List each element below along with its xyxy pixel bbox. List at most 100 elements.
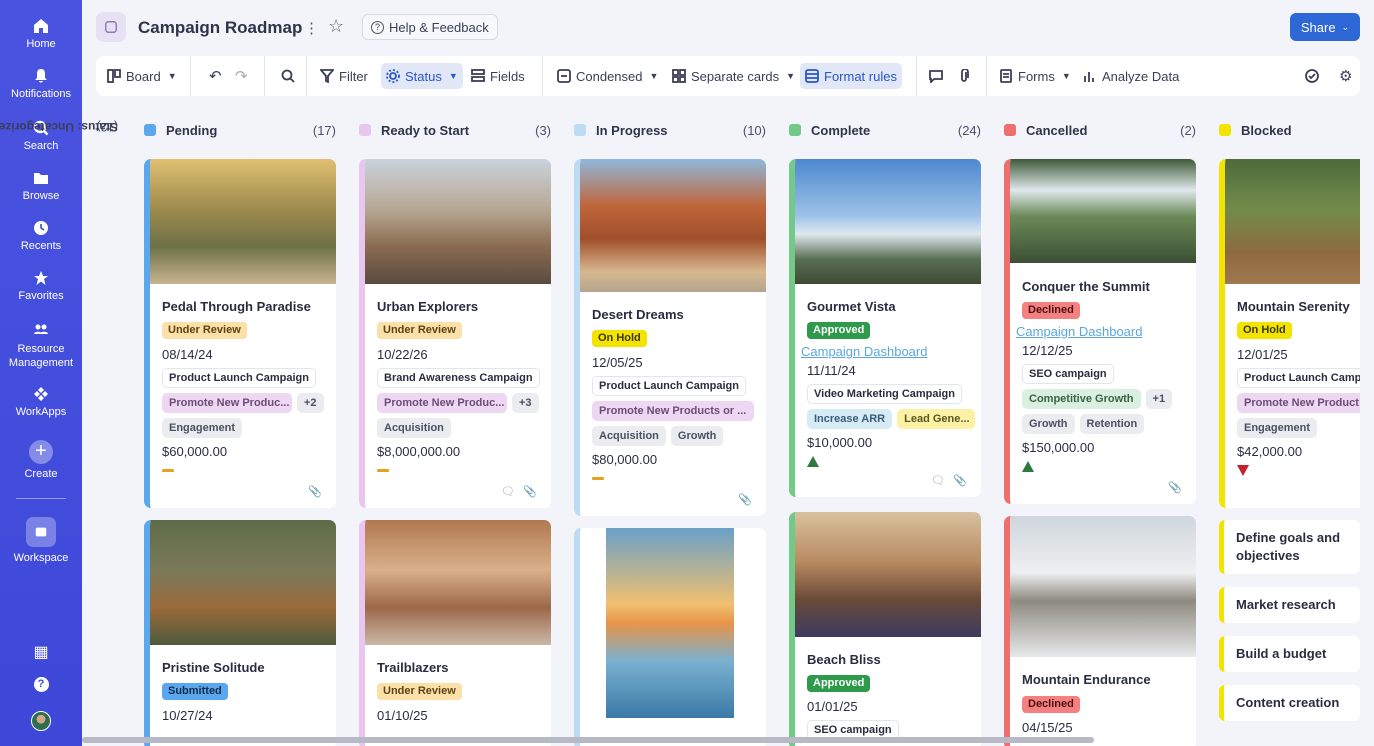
status-badge[interactable]: Under Review [377,322,462,339]
analyze-data-button[interactable]: Analyze Data [1078,63,1184,89]
card-conquer-the-summit[interactable]: Conquer the Summit Declined Campaign Das… [1004,159,1196,504]
user-avatar[interactable] [0,711,82,734]
help-button[interactable]: ? [0,677,82,692]
card-mountain-endurance[interactable]: Mountain Endurance Declined 04/15/25 [1004,516,1196,746]
chip-objective: Lead Gene... [897,409,976,429]
paperclip-icon: 📎 [1168,482,1182,494]
card-image [1225,159,1360,284]
undo-icon: ↶ [209,68,222,85]
redo-icon: ↷ [235,68,248,85]
workapps-icon [33,386,49,402]
condensed-dropdown[interactable]: Condensed ▼ [552,63,663,89]
comments-button[interactable] [924,63,948,89]
status-color-dot [359,124,371,136]
rail-notifications[interactable]: Notifications [0,68,82,100]
card-pedal-through-paradise[interactable]: Pedal Through Paradise Under Review 08/1… [144,159,336,508]
card-image [365,520,551,645]
chip-objective: Promote New Products or ... [592,401,754,421]
status-group-button[interactable]: Status ▼ [381,63,463,89]
chip-objective: Promote New Produc... [377,393,507,413]
column-header-complete[interactable]: Complete (24) [789,122,981,140]
status-badge[interactable]: Under Review [162,322,247,339]
format-rules-button[interactable]: Format rules [800,63,902,89]
activity-button[interactable] [1300,63,1324,89]
chip-more[interactable]: +2 [297,393,324,413]
rail-create[interactable]: + Create [0,440,82,480]
redo-button[interactable]: ↷ [230,63,253,89]
chip-kpi: Acquisition [592,426,666,446]
chip-objective: Promote New Produc... [162,393,292,413]
left-rail: Home Notifications Search Browse Recents… [0,0,82,746]
rail-favorites[interactable]: Favorites [0,270,82,302]
page-title: Campaign Roadmap [138,18,303,37]
card-image [1010,159,1196,263]
task-card[interactable]: Content creation [1219,685,1360,721]
header: Campaign Roadmap ⋮ ☆ ? Help & Feedback S… [96,12,1360,42]
status-badge[interactable]: Submitted [162,683,228,700]
fields-button[interactable]: Fields [466,63,530,89]
undo-button[interactable]: ↶ [204,63,227,89]
settings-button[interactable]: ⚙ [1334,63,1357,89]
rail-home[interactable]: Home [0,18,82,50]
chip-kpi: Engagement [162,418,243,438]
card-image [795,512,981,637]
separate-cards-dropdown[interactable]: Separate cards ▼ [667,63,800,89]
priority-medium-icon [162,469,174,472]
chip-objective: Increase ARR [807,409,893,429]
card-gourmet-vista[interactable]: Gourmet Vista Approved Campaign Dashboar… [789,159,981,497]
rail-workspace[interactable]: Workspace [0,517,82,564]
rail-divider [16,498,66,499]
status-badge[interactable]: Approved [807,322,871,339]
favorite-star-icon[interactable]: ☆ [328,16,344,37]
card-image [365,159,551,284]
column-header-blocked[interactable]: Blocked [1219,122,1359,140]
column-header-pending[interactable]: Pending (17) [144,122,336,140]
column-header-cancelled[interactable]: Cancelled (2) [1004,122,1196,140]
more-menu-icon[interactable]: ⋮ [304,19,319,37]
help-feedback-button[interactable]: ? Help & Feedback [362,14,498,40]
horizontal-scrollbar[interactable] [82,737,1094,743]
uncategorized-lane[interactable]: Status: Uncategorized (12) [0,120,126,302]
chip-more[interactable]: +3 [512,393,539,413]
task-card[interactable]: Build a budget [1219,636,1360,672]
search-button[interactable] [276,63,300,89]
search-icon [281,69,295,83]
status-badge[interactable]: Declined [1022,696,1080,713]
attachments-button[interactable] [952,63,976,89]
card-beach-bliss[interactable]: Beach Bliss Approved 01/01/25 SEO campai… [789,512,981,746]
status-badge[interactable]: On Hold [1237,322,1292,339]
card-desert-dreams[interactable]: Desert Dreams On Hold 12/05/25 Product L… [574,159,766,516]
card-urban-explorers[interactable]: Urban Explorers Under Review 10/22/26 Br… [359,159,551,508]
sheet-icon [96,12,126,42]
rail-resource-management[interactable]: Resource Management [0,322,82,370]
apps-grid-button[interactable]: ▦ [0,642,82,662]
status-badge[interactable]: Under Review [377,683,462,700]
forms-dropdown[interactable]: Forms ▼ [994,63,1076,89]
card-image [150,520,336,645]
rail-workapps[interactable]: WorkApps [0,386,82,418]
card-sunset-reflection[interactable] [574,528,766,746]
status-badge[interactable]: Approved [807,675,871,692]
card-trailblazers[interactable]: Trailblazers Under Review 01/10/25 [359,520,551,746]
column-header-in-progress[interactable]: In Progress (10) [574,122,766,140]
board-view-dropdown[interactable]: Board ▼ [102,63,182,89]
status-badge[interactable]: On Hold [592,330,647,347]
card-pristine-solitude[interactable]: Pristine Solitude Submitted 10/27/24 [144,520,336,746]
rail-recents[interactable]: Recents [0,220,82,252]
column-header-ready[interactable]: Ready to Start (3) [359,122,551,140]
format-rules-icon [805,69,819,83]
card-mountain-serenity[interactable]: Mountain Serenity On Hold 12/01/25 Produ… [1219,159,1360,508]
rail-browse[interactable]: Browse [0,170,82,202]
fields-icon [471,69,485,83]
filter-button[interactable]: Filter [315,63,373,89]
share-button[interactable]: Share ⌄ [1290,13,1360,41]
task-card[interactable]: Market research [1219,587,1360,623]
campaign-dashboard-link[interactable]: Campaign Dashboard [1016,324,1142,339]
campaign-dashboard-link[interactable]: Campaign Dashboard [801,344,927,359]
task-card[interactable]: Define goals and objectives [1219,520,1360,574]
status-color-dot [789,124,801,136]
toolbar: Board ▼ ↶ ↷ Filter Status ▼ Fields Condens… [96,56,1360,96]
status-badge[interactable]: Declined [1022,302,1080,319]
chip-more[interactable]: +1 [1145,389,1173,409]
priority-high-icon [1022,461,1034,472]
